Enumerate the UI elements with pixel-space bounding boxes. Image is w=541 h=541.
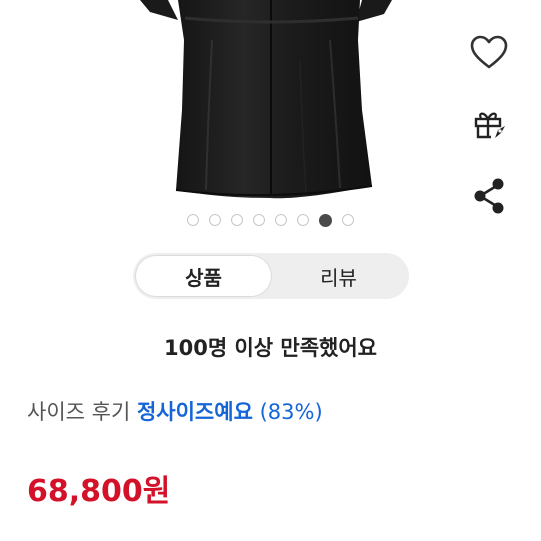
carousel-dot[interactable] <box>209 214 221 226</box>
coat-image <box>140 0 392 199</box>
carousel-pagination <box>0 212 541 228</box>
product-image[interactable] <box>0 0 541 200</box>
carousel-dot[interactable] <box>297 214 309 226</box>
carousel-dot[interactable] <box>231 214 243 226</box>
carousel-dot[interactable] <box>319 213 332 227</box>
heart-icon <box>470 35 508 69</box>
carousel-dot[interactable] <box>187 214 199 226</box>
product-price: 68,800원 <box>27 474 171 509</box>
size-review[interactable]: 사이즈 후기 정사이즈예요 (83%) <box>27 396 323 426</box>
share-icon <box>474 178 504 214</box>
carousel-dot[interactable] <box>342 214 354 226</box>
tab-review[interactable]: 리뷰 <box>271 256 406 296</box>
tab-product[interactable]: 상품 <box>136 256 271 296</box>
like-button[interactable] <box>467 30 511 74</box>
carousel-dot[interactable] <box>253 214 265 226</box>
product-tabs: 상품 리뷰 <box>133 253 409 299</box>
size-review-label: 사이즈 후기 <box>27 400 131 424</box>
gift-button[interactable] <box>467 102 511 146</box>
gift-icon <box>474 112 505 139</box>
tab-review-label: 리뷰 <box>320 265 357 290</box>
satisfaction-text: 100명 이상 만족했어요 <box>163 336 378 360</box>
tab-product-label: 상품 <box>185 265 222 290</box>
size-review-value: 정사이즈예요 <box>136 400 253 424</box>
carousel-dot[interactable] <box>275 214 287 226</box>
size-review-percent: (83%) <box>259 400 323 424</box>
